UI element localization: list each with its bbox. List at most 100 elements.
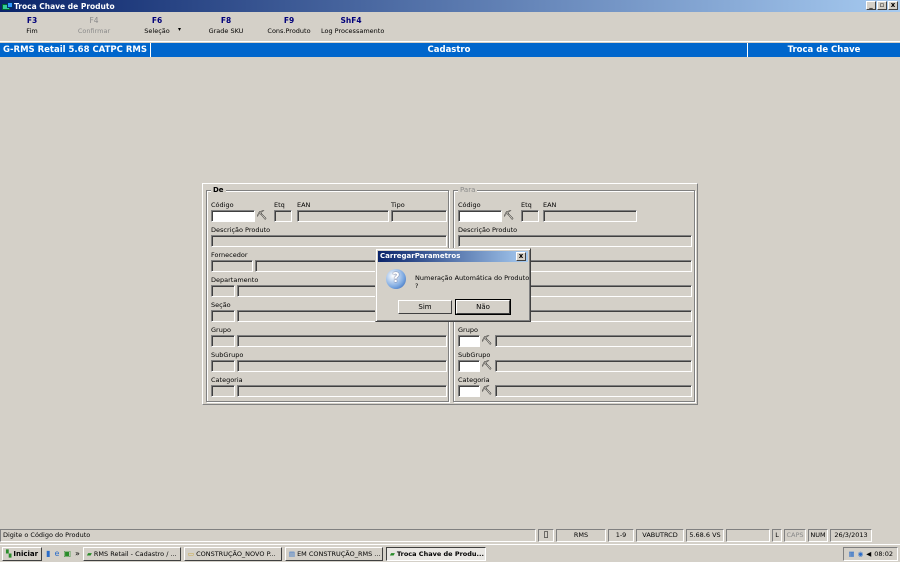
de-tipo-field <box>391 210 447 222</box>
antivirus-icon[interactable]: ◉ <box>858 548 864 560</box>
grupo-label: Grupo <box>211 326 231 334</box>
network-icon[interactable]: ▦ <box>848 548 854 560</box>
departamento-label: Departamento <box>211 276 259 284</box>
app-version-label: G-RMS Retail 5.68 CATPC RMS <box>0 43 151 57</box>
status-date: 26/3/2013 <box>830 529 872 542</box>
toolbar-key: ShF4 <box>340 16 362 25</box>
de-categoria-name <box>237 385 447 397</box>
para-subgrupo-name <box>495 360 692 372</box>
taskbar-item-rms-cadastro[interactable]: ▰ RMS Retail - Cadastro / ... <box>82 546 181 561</box>
dropdown-arrow-icon[interactable]: ▾ <box>178 26 181 33</box>
restore-button[interactable]: ▫ <box>877 1 887 10</box>
status-caps: CAPS <box>784 529 806 542</box>
quicklaunch-desktop-icon[interactable]: ▮ <box>46 549 50 558</box>
para-categoria-input[interactable] <box>458 385 480 397</box>
start-label: Iniciar <box>13 549 39 558</box>
binoculars-icon[interactable]: ⛏ <box>503 210 515 222</box>
para-grupo-name <box>495 335 692 347</box>
de-subgrupo-name <box>237 360 447 372</box>
tipo-label: Tipo <box>391 201 405 209</box>
quicklaunch-chevron-icon[interactable]: » <box>75 549 80 558</box>
status-empty <box>726 529 770 542</box>
de-departamento-code <box>211 285 235 297</box>
quicklaunch-ie-icon[interactable]: e <box>55 549 60 558</box>
toolbar-fim-button[interactable]: F3 Fim <box>22 16 42 35</box>
rms-app-icon: ▰ <box>86 549 92 558</box>
para-ean-field <box>543 210 637 222</box>
taskbar-item-label: RMS Retail - Cadastro / ... <box>93 549 177 558</box>
no-button[interactable]: Não <box>455 299 511 315</box>
subgrupo-label: SubGrupo <box>458 351 491 359</box>
dialog-close-button[interactable]: x <box>516 252 526 261</box>
quicklaunch-app-icon[interactable]: ▣ <box>63 549 71 558</box>
ean-label: EAN <box>543 201 557 209</box>
toolbar-key: F8 <box>220 16 232 25</box>
para-grupo-input[interactable] <box>458 335 480 347</box>
para-descricao-field <box>458 235 692 247</box>
grupo-label: Grupo <box>458 326 478 334</box>
de-grupo-code <box>211 335 235 347</box>
clipboard-icon[interactable]: ▯ <box>538 529 554 542</box>
de-fornecedor-code <box>211 260 253 272</box>
binoculars-icon[interactable]: ⛏ <box>481 360 493 372</box>
toolbar-label: Seleção <box>144 27 170 35</box>
categoria-label: Categoria <box>211 376 243 384</box>
question-icon: ? <box>386 269 406 289</box>
taskbar-item-label: Troca Chave de Produ... <box>396 549 484 558</box>
module-title: Cadastro <box>151 43 748 57</box>
toolbar-key: F4 <box>89 16 99 25</box>
clock[interactable]: 08:02 <box>874 548 893 560</box>
binoculars-icon[interactable]: ⛏ <box>481 385 493 397</box>
volume-icon[interactable]: ◀ <box>866 548 871 560</box>
status-hint: Digite o Código do Produto <box>0 529 536 542</box>
toolbar-grade-sku-button[interactable]: F8 Grade SKU <box>208 16 244 35</box>
taskbar-item-troca-chave[interactable]: ▰ Troca Chave de Produ... <box>385 546 486 561</box>
taskbar-item-label: CONSTRUÇÃO_NOVO P... <box>196 549 276 558</box>
etq-label: Etq <box>521 201 532 209</box>
de-codigo-input[interactable] <box>211 210 255 222</box>
document-icon: ▤ <box>288 549 296 558</box>
taskbar-item-em-construcao[interactable]: ▤ EM CONSTRUÇÃO_RMS ... <box>284 546 383 561</box>
toolbar-cons-produto-button[interactable]: F9 Cons.Produto <box>267 16 311 35</box>
status-version: 5.68.6 VS <box>686 529 724 542</box>
de-categoria-code <box>211 385 235 397</box>
status-l: L <box>772 529 782 542</box>
codigo-label: Código <box>458 201 481 209</box>
etq-label: Etq <box>274 201 285 209</box>
screen-title: Troca de Chave <box>787 45 861 55</box>
close-button[interactable]: x <box>888 1 898 10</box>
de-ean-field <box>297 210 389 222</box>
para-etq-field <box>521 210 539 222</box>
status-program: VABUTRCD <box>636 529 684 542</box>
group-de-title: De <box>211 186 226 194</box>
toolbar-log-processamento-button[interactable]: ShF4 Log Processamento <box>321 16 384 35</box>
toolbar-key: F3 <box>26 16 38 25</box>
para-subgrupo-input[interactable] <box>458 360 480 372</box>
ean-label: EAN <box>297 201 311 209</box>
windows-logo-icon: ▚ <box>6 549 12 558</box>
start-button[interactable]: ▚ Iniciar <box>2 546 43 561</box>
group-para-title: Para <box>458 186 478 194</box>
dialog-message: Numeração Automática do Produto ? <box>415 274 530 290</box>
status-num: NUM <box>808 529 828 542</box>
de-etq-field <box>274 210 292 222</box>
window-title-bar[interactable]: Troca Chave de Produto _ ▫ x <box>0 0 900 12</box>
yes-button[interactable]: Sim <box>398 300 452 314</box>
descricao-label: Descrição Produto <box>458 226 518 234</box>
de-grupo-name <box>237 335 447 347</box>
minimize-button[interactable]: _ <box>866 1 876 10</box>
para-codigo-input[interactable] <box>458 210 502 222</box>
taskbar-item-construcao-novo[interactable]: ▭ CONSTRUÇÃO_NOVO P... <box>183 546 282 561</box>
toolbar-selecao-button[interactable]: F6 Seleção ▾ <box>143 16 181 35</box>
rms-app-icon: ▰ <box>389 549 395 558</box>
toolbar-confirmar-button[interactable]: F4 Confirmar <box>75 16 113 35</box>
toolbar-key: F6 <box>151 16 163 25</box>
system-tray: ▦ ◉ ◀ 08:02 <box>843 547 898 561</box>
para-categoria-name <box>495 385 692 397</box>
dialog-title-bar[interactable]: CarregarParametros x <box>378 251 528 262</box>
windows-taskbar: ▚ Iniciar ▮ e ▣ » ▰ RMS Retail - Cadastro… <box>0 544 900 562</box>
secao-label: Seção <box>211 301 231 309</box>
binoculars-icon[interactable]: ⛏ <box>481 335 493 347</box>
toolbar-key: F9 <box>283 16 295 25</box>
binoculars-icon[interactable]: ⛏ <box>256 210 268 222</box>
